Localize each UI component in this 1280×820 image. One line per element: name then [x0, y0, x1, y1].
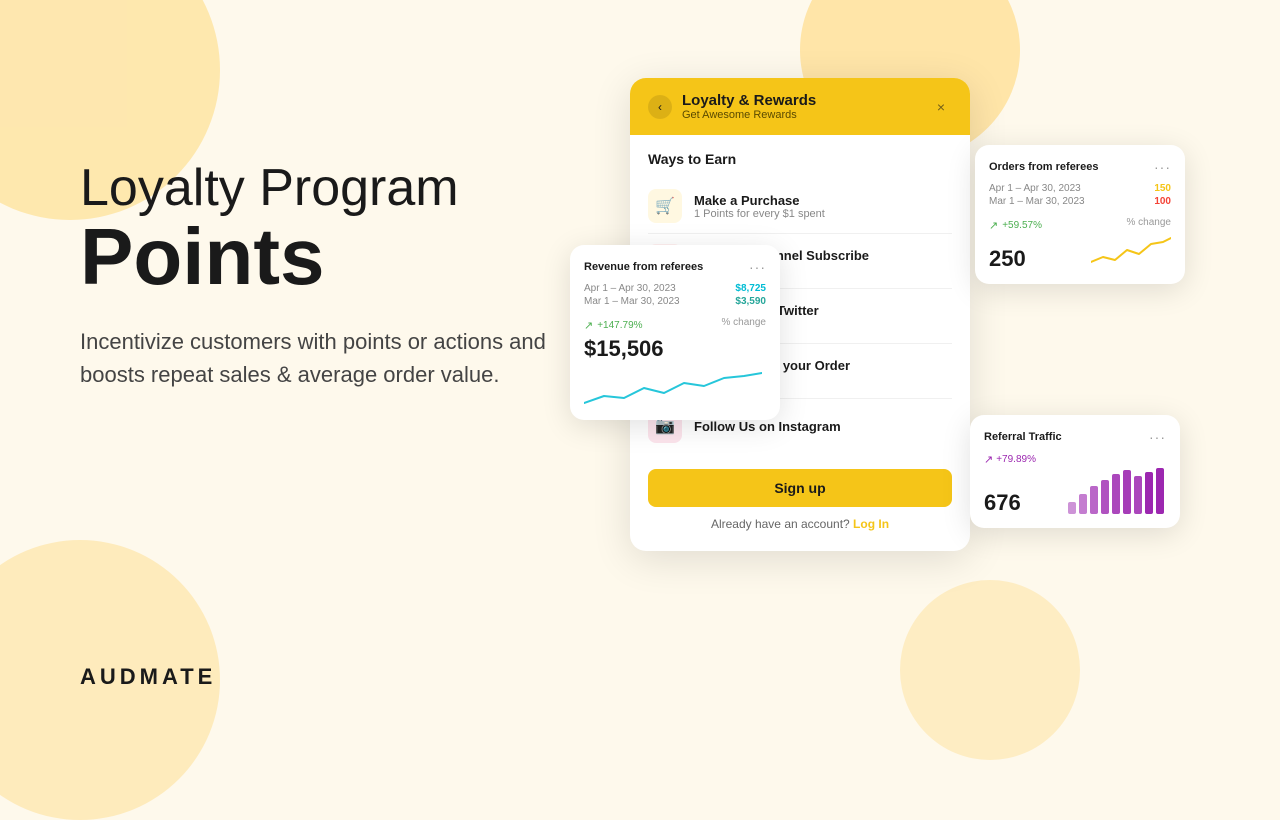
traffic-card-title: Referral Traffic [984, 431, 1062, 443]
revenue-card-title: Revenue from referees [584, 261, 703, 273]
revenue-date-2: Mar 1 – Mar 30, 2023 [584, 296, 680, 307]
revenue-change-label: % change [722, 317, 766, 328]
purchase-points: 1 Points for every $1 spent [694, 208, 825, 220]
orders-change-label: % change [1127, 217, 1171, 228]
revenue-mini-chart [584, 368, 766, 408]
left-section: Loyalty Program Points Incentivize custo… [80, 160, 600, 391]
traffic-bottom: 676 [984, 466, 1166, 516]
panel-title: Loyalty & Rewards [682, 92, 816, 109]
orders-val-2: 100 [1154, 196, 1171, 207]
close-button[interactable]: × [930, 96, 952, 118]
points-label: Points [80, 217, 600, 297]
panel-footer: Sign up Already have an account? Log In [630, 453, 970, 551]
traffic-big-value: 676 [984, 490, 1021, 516]
revenue-card: Revenue from referees ··· Apr 1 – Apr 30… [570, 245, 780, 420]
orders-line-chart [1091, 232, 1171, 270]
orders-card-menu[interactable]: ··· [1154, 159, 1171, 175]
traffic-card-menu[interactable]: ··· [1149, 429, 1166, 445]
revenue-card-menu[interactable]: ··· [749, 259, 766, 275]
revenue-big-value: $15,506 [584, 336, 766, 362]
revenue-val-2: $3,590 [735, 296, 766, 307]
back-button[interactable]: ‹ [648, 95, 672, 119]
orders-val-1: 150 [1154, 183, 1171, 194]
orders-change-row: ↗ +59.57% % change [989, 213, 1171, 232]
loyalty-panel-header: ‹ Loyalty & Rewards Get Awesome Rewards … [630, 78, 970, 135]
traffic-bar-chart [1066, 466, 1166, 514]
orders-row-2: Mar 1 – Mar 30, 2023 100 [989, 196, 1171, 207]
earn-item-purchase: 🛒 Make a Purchase 1 Points for every $1 … [648, 179, 952, 234]
revenue-card-header: Revenue from referees ··· [584, 259, 766, 275]
login-link[interactable]: Log In [853, 517, 889, 531]
revenue-change: ↗ +147.79% [584, 319, 643, 332]
header-text: Loyalty & Rewards Get Awesome Rewards [682, 92, 816, 121]
orders-change-val: +59.57% [1002, 220, 1042, 231]
logo: AUDMATE [80, 664, 216, 690]
revenue-row-1: Apr 1 – Apr 30, 2023 $8,725 [584, 283, 766, 294]
revenue-row-2: Mar 1 – Mar 30, 2023 $3,590 [584, 296, 766, 307]
revenue-val-1: $8,725 [735, 283, 766, 294]
instagram-info: Follow Us on Instagram [694, 419, 841, 434]
orders-bottom: 250 [989, 232, 1171, 272]
traffic-card-header: Referral Traffic ··· [984, 429, 1166, 445]
right-section: ‹ Loyalty & Rewards Get Awesome Rewards … [580, 0, 1280, 720]
traffic-card: Referral Traffic ··· ↗ +79.89% 676 [970, 415, 1180, 528]
orders-change: ↗ +59.57% [989, 219, 1042, 232]
orders-card-title: Orders from referees [989, 161, 1098, 173]
traffic-change-val: +79.89% [996, 454, 1036, 465]
orders-date-1: Apr 1 – Apr 30, 2023 [989, 183, 1081, 194]
traffic-change: ↗ +79.89% [984, 453, 1036, 466]
ways-title: Ways to Earn [648, 151, 952, 167]
description-text: Incentivize customers with points or act… [80, 325, 600, 391]
purchase-icon: 🛒 [648, 189, 682, 223]
instagram-name: Follow Us on Instagram [694, 419, 841, 434]
orders-big-value: 250 [989, 246, 1026, 272]
revenue-change-val: +147.79% [597, 320, 642, 331]
purchase-info: Make a Purchase 1 Points for every $1 sp… [694, 193, 825, 220]
revenue-date-1: Apr 1 – Apr 30, 2023 [584, 283, 676, 294]
signup-button[interactable]: Sign up [648, 469, 952, 507]
traffic-change-row: ↗ +79.89% [984, 453, 1166, 466]
orders-card: Orders from referees ··· Apr 1 – Apr 30,… [975, 145, 1185, 284]
login-text: Already have an account? Log In [648, 517, 952, 531]
loyalty-program-label: Loyalty Program [80, 160, 600, 217]
already-text: Already have an account? [711, 517, 850, 531]
purchase-name: Make a Purchase [694, 193, 825, 208]
orders-card-header: Orders from referees ··· [989, 159, 1171, 175]
orders-row-1: Apr 1 – Apr 30, 2023 150 [989, 183, 1171, 194]
revenue-change-row: ↗ +147.79% % change [584, 313, 766, 332]
orders-date-2: Mar 1 – Mar 30, 2023 [989, 196, 1085, 207]
header-left: ‹ Loyalty & Rewards Get Awesome Rewards [648, 92, 816, 121]
panel-subtitle: Get Awesome Rewards [682, 109, 816, 121]
